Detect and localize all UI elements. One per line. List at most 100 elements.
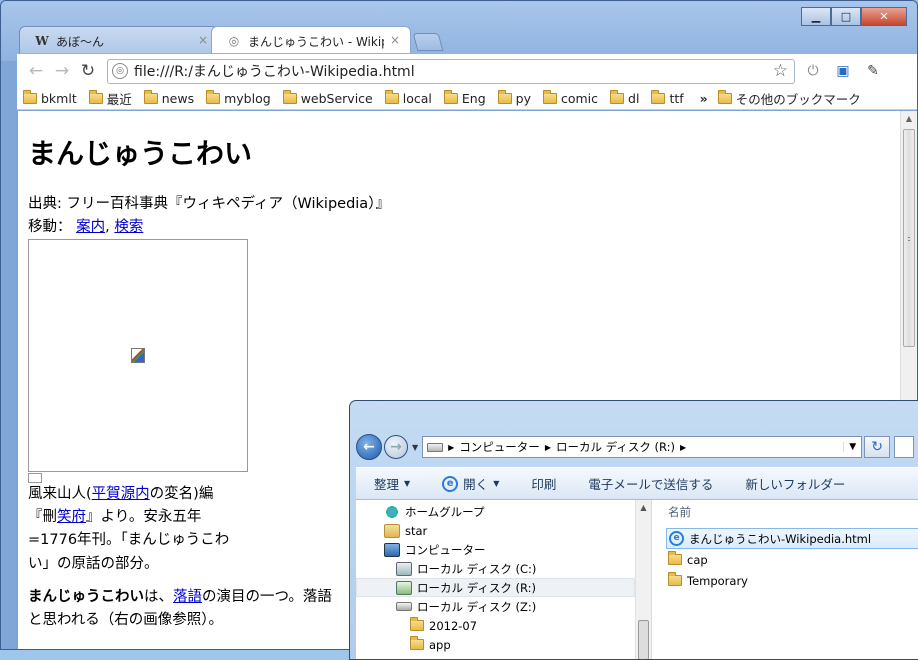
bookmark-folder[interactable]: ttf xyxy=(651,90,684,106)
folder-item-cap[interactable]: cap xyxy=(666,549,918,570)
drive-icon xyxy=(396,602,412,611)
explorer-address-bar[interactable]: ▶ コンピューター ▶ ローカル ディスク (R:) ▶ ▼ xyxy=(422,436,863,458)
minimize-button[interactable]: ▁ xyxy=(801,7,831,26)
tree-item-drive-r[interactable]: ローカル ディスク (R:) xyxy=(356,578,635,597)
explorer-address-row: ← → ▼ ▶ コンピューター ▶ ローカル ディスク (R:) ▶ ▼ ↻ xyxy=(356,433,918,461)
bookmark-folder[interactable]: py xyxy=(497,90,531,106)
scroll-up-icon[interactable]: ▲ xyxy=(901,111,917,127)
history-dropdown-icon[interactable]: ▼ xyxy=(412,443,418,452)
open-button[interactable]: e 開く ▼ xyxy=(442,474,499,493)
explorer-window: ← → ▼ ▶ コンピューター ▶ ローカル ディスク (R:) ▶ ▼ ↻ 整… xyxy=(349,400,918,660)
screenshot-extension-icon[interactable]: ▣ xyxy=(831,59,855,83)
folder-icon xyxy=(443,90,458,104)
nav-line: 移動： 案内, 検索 xyxy=(28,218,144,235)
forward-icon[interactable]: → xyxy=(384,435,408,459)
search-input[interactable] xyxy=(894,436,915,458)
bookmark-folder[interactable]: bkmlt xyxy=(23,90,77,106)
bookmark-folder[interactable]: news xyxy=(143,90,194,106)
wrench-icon[interactable]: ✎ xyxy=(861,59,885,83)
folder-item-temporary[interactable]: Temporary xyxy=(666,570,918,591)
browser-toolbar: ← → ↻ ◎ file:///R:/まんじゅうこわい-Wikipedia.ht… xyxy=(17,54,917,88)
scroll-up-icon[interactable]: ▲ xyxy=(636,500,651,516)
chevron-right-icon[interactable]: ▶ xyxy=(448,443,454,452)
tree-item-drive-z[interactable]: ローカル ディスク (Z:) xyxy=(356,597,635,616)
tab-manjuu[interactable]: ◎ まんじゅうこわい - Wikipedia × xyxy=(211,26,411,53)
refresh-icon[interactable]: ↻ xyxy=(864,436,891,458)
navigation-scrollbar[interactable]: ▲ xyxy=(635,500,651,659)
bookmark-folder[interactable]: myblog xyxy=(206,90,271,106)
bookmarks-overflow-chevron[interactable]: » xyxy=(700,91,708,106)
homegroup-icon xyxy=(384,504,400,519)
reload-icon[interactable]: ↻ xyxy=(75,59,101,83)
back-icon[interactable]: ← xyxy=(356,434,382,460)
drive-icon xyxy=(396,561,412,576)
window-controls: ▁ □ ✕ xyxy=(801,7,907,26)
bookmark-folder[interactable]: Eng xyxy=(443,90,486,106)
nav-guide-link[interactable]: 案内 xyxy=(76,219,105,235)
broken-image-icon xyxy=(131,347,145,363)
source-line: 出典: フリー百科事典『ウィキペディア（Wikipedia）』 xyxy=(28,195,390,212)
rakugo-link[interactable]: 落語 xyxy=(173,589,202,605)
enlarge-icon[interactable] xyxy=(28,472,42,483)
folder-icon xyxy=(610,90,625,104)
page-icon: ◎ xyxy=(112,63,128,79)
new-tab-button[interactable] xyxy=(412,33,444,51)
folder-icon xyxy=(497,90,512,104)
nav-search-link[interactable]: 検索 xyxy=(114,219,143,235)
chevron-right-icon[interactable]: ▶ xyxy=(545,443,551,452)
new-folder-button[interactable]: 新しいフォルダー xyxy=(745,474,845,493)
bookmark-folder[interactable]: dl xyxy=(610,90,639,106)
caption-link-shoufu[interactable]: 笑府 xyxy=(57,509,86,525)
tree-item-folder-2012-07[interactable]: 2012-07 xyxy=(356,616,635,635)
tree-item-homegroup[interactable]: ホームグループ xyxy=(356,502,635,521)
address-bar[interactable]: ◎ file:///R:/まんじゅうこわい-Wikipedia.html ☆ xyxy=(107,58,795,84)
folder-icon xyxy=(542,90,557,104)
column-header-name[interactable]: 名前 xyxy=(668,504,691,520)
maximize-button[interactable]: □ xyxy=(831,7,861,26)
bookmark-folder[interactable]: local xyxy=(384,90,432,106)
close-window-button[interactable]: ✕ xyxy=(861,7,907,26)
tab-abon[interactable]: W あぼ〜ん × xyxy=(19,26,219,53)
tree-item-computer[interactable]: コンピューター xyxy=(356,540,635,559)
folder-icon xyxy=(143,90,158,104)
command-bar: 整理 ▼ e 開く ▼ 印刷 電子メールで送信する 新しいフォルダー xyxy=(356,467,918,500)
page-icon: ◎ xyxy=(228,34,240,48)
ie-icon: e xyxy=(669,531,684,546)
article-image[interactable] xyxy=(28,238,248,472)
tree-item-folder-app[interactable]: app xyxy=(356,635,635,654)
folder-icon xyxy=(410,617,424,631)
bookmark-folder[interactable]: 最近 xyxy=(88,89,132,108)
bookmark-folder[interactable]: comic xyxy=(542,90,598,106)
chevron-right-icon[interactable]: ▶ xyxy=(680,443,686,452)
chevron-down-icon: ▼ xyxy=(404,479,411,488)
chevron-down-icon[interactable]: ▼ xyxy=(843,442,861,452)
bookmark-folder[interactable]: webService xyxy=(282,90,373,106)
drive-icon xyxy=(396,580,412,595)
close-icon[interactable]: × xyxy=(198,33,208,47)
close-icon[interactable]: × xyxy=(390,33,400,47)
folder-icon xyxy=(410,636,424,650)
scroll-thumb[interactable] xyxy=(903,129,915,347)
folder-icon xyxy=(651,90,666,104)
organize-button[interactable]: 整理 ▼ xyxy=(374,474,410,493)
email-button[interactable]: 電子メールで送信する xyxy=(588,474,713,493)
caption-link-hiraga[interactable]: 平賀源内 xyxy=(92,486,150,502)
other-bookmarks[interactable]: その他のブックマーク xyxy=(717,89,861,108)
breadcrumb-drive-r[interactable]: ローカル ディスク (R:) xyxy=(556,439,675,455)
breadcrumb-computer[interactable]: コンピューター xyxy=(459,439,540,455)
forward-icon[interactable]: → xyxy=(49,59,75,83)
tree-item-user[interactable]: star xyxy=(356,521,635,540)
image-caption: 風来山人(平賀源内の変名)編 『刪笑府』より。安永五年=1776年刊。「まんじゅう… xyxy=(28,485,230,572)
tree-item-drive-c[interactable]: ローカル ディスク (C:) xyxy=(356,559,635,578)
star-icon[interactable]: ☆ xyxy=(773,61,788,81)
print-button[interactable]: 印刷 xyxy=(531,474,556,493)
back-icon[interactable]: ← xyxy=(23,59,49,83)
scroll-thumb[interactable] xyxy=(638,620,649,659)
extension-icon[interactable]: ⏻ xyxy=(801,59,825,83)
folder-icon xyxy=(282,90,297,104)
file-item-html[interactable]: e まんじゅうこわい-Wikipedia.html xyxy=(666,528,918,549)
drive-icon xyxy=(427,442,444,452)
file-list: e まんじゅうこわい-Wikipedia.html cap Temporary xyxy=(666,528,918,591)
folder-icon xyxy=(384,90,399,104)
tab-title: あぼ〜ん xyxy=(56,35,105,49)
